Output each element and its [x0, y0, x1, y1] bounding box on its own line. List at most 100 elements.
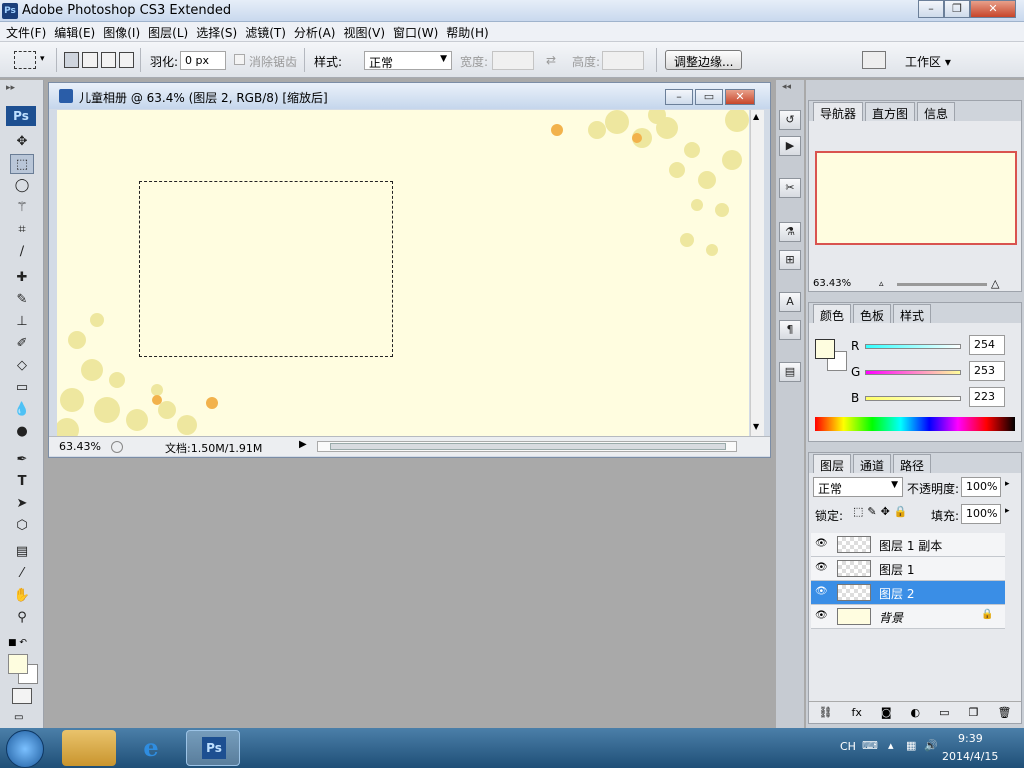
history-panel-icon[interactable]: ↺ — [779, 110, 801, 130]
menu-edit[interactable]: 编辑(E) — [52, 22, 101, 41]
doc-maximize-button[interactable]: ▭ — [695, 89, 723, 105]
menu-select[interactable]: 选择(S) — [194, 22, 243, 41]
keyboard-icon[interactable]: ⌨ — [862, 739, 878, 752]
menu-window[interactable]: 窗口(W) — [391, 22, 444, 41]
height-input[interactable] — [602, 51, 644, 70]
scroll-up-icon[interactable]: ▲ — [753, 112, 759, 121]
default-colors-icon[interactable]: ■ ↶ — [8, 638, 27, 648]
brush-tool-icon[interactable]: ✎ — [10, 290, 34, 310]
tab-styles[interactable]: 样式 — [893, 304, 932, 323]
actions-panel-icon[interactable]: ▶ — [779, 136, 801, 156]
slice-tool-icon[interactable]: ∕ — [10, 242, 34, 262]
horizontal-scrollbar[interactable] — [317, 441, 737, 452]
g-value-input[interactable]: 253 — [969, 361, 1005, 381]
lasso-tool-icon[interactable]: ◯ — [10, 176, 34, 196]
status-options-icon[interactable] — [111, 441, 123, 453]
rect-marquee-preset-icon[interactable] — [14, 51, 36, 69]
tab-navigator[interactable]: 导航器 — [813, 102, 864, 121]
eye-icon[interactable]: 👁 — [815, 586, 828, 598]
dodge-tool-icon[interactable]: ● — [10, 422, 34, 442]
language-indicator[interactable]: CH — [840, 740, 856, 753]
gradient-tool-icon[interactable]: ▭ — [10, 378, 34, 398]
clone-stamp-tool-icon[interactable]: ⊥ — [10, 312, 34, 332]
style-select[interactable]: 正常 ▼ — [364, 51, 452, 70]
g-slider[interactable] — [865, 370, 961, 375]
add-selection-icon[interactable] — [82, 52, 98, 68]
intersect-selection-icon[interactable] — [118, 52, 134, 68]
adjustment-layer-icon[interactable]: ◐ — [911, 706, 921, 719]
menu-file[interactable]: 文件(F) — [4, 22, 52, 41]
clock-date[interactable]: 2014/4/15 — [942, 750, 998, 763]
zoom-tool-icon[interactable]: ⚲ — [10, 608, 34, 628]
bridge-icon[interactable] — [862, 51, 886, 69]
menu-help[interactable]: 帮助(H) — [444, 22, 494, 41]
b-value-input[interactable]: 223 — [969, 387, 1005, 407]
menu-analysis[interactable]: 分析(A) — [292, 22, 342, 41]
tab-histogram[interactable]: 直方图 — [865, 102, 916, 121]
foreground-color-swatch[interactable] — [8, 654, 28, 674]
navigator-zoom[interactable]: 63.43% — [813, 278, 851, 289]
screen-mode-icon[interactable]: ▭ — [14, 712, 23, 723]
color-spectrum-ramp[interactable] — [815, 417, 1015, 431]
menu-layer[interactable]: 图层(L) — [146, 22, 194, 41]
tab-info[interactable]: 信息 — [917, 102, 956, 121]
eraser-tool-icon[interactable]: ◇ — [10, 356, 34, 376]
brushes-panel-icon[interactable]: ⚗ — [779, 222, 801, 242]
eye-icon[interactable]: 👁 — [815, 610, 828, 622]
eyedropper-tool-icon[interactable]: ⁄ — [10, 564, 34, 584]
tab-swatches[interactable]: 色板 — [853, 304, 892, 323]
r-value-input[interactable]: 254 — [969, 335, 1005, 355]
blur-tool-icon[interactable]: 💧 — [10, 400, 34, 420]
layer-comps-panel-icon[interactable]: ▤ — [779, 362, 801, 382]
zoom-in-icon[interactable]: △ — [991, 277, 999, 290]
tab-color[interactable]: 颜色 — [813, 304, 852, 323]
navigator-preview[interactable] — [815, 151, 1017, 245]
layer-row[interactable]: 👁 图层 1 副本 — [811, 533, 1005, 557]
vertical-scrollbar[interactable]: ▲ ▼ — [750, 110, 764, 436]
r-slider[interactable] — [865, 344, 961, 349]
clock-time[interactable]: 9:39 — [958, 732, 983, 745]
workspace-menu[interactable]: 工作区 ▾ — [905, 53, 951, 70]
tray-arrow-icon[interactable]: ▴ — [888, 739, 894, 752]
move-tool-icon[interactable]: ✥ — [10, 132, 34, 152]
zoom-out-icon[interactable]: ▵ — [879, 279, 884, 289]
lock-options-icon[interactable]: ⬚✎✥🔒 — [853, 505, 912, 518]
clone-source-panel-icon[interactable]: ⊞ — [779, 250, 801, 270]
status-menu-arrow-icon[interactable]: ▶ — [299, 439, 307, 450]
status-zoom[interactable]: 63.43% — [59, 440, 101, 453]
layer-row-selected[interactable]: 👁 图层 2 — [811, 581, 1005, 605]
volume-icon[interactable]: 🔊 — [924, 739, 938, 752]
magic-wand-tool-icon[interactable]: ⚚ — [10, 198, 34, 218]
opacity-arrow-icon[interactable]: ▸ — [1005, 479, 1010, 489]
layer-row[interactable]: 👁 图层 1 — [811, 557, 1005, 581]
scroll-down-icon[interactable]: ▼ — [753, 422, 759, 431]
menu-filter[interactable]: 滤镜(T) — [243, 22, 292, 41]
link-layers-icon[interactable]: ⛓ — [819, 706, 833, 719]
tab-channels[interactable]: 通道 — [853, 454, 892, 473]
start-button[interactable] — [6, 730, 44, 768]
marquee-selection[interactable] — [139, 181, 393, 357]
color-foreground-swatch[interactable] — [815, 339, 835, 359]
network-icon[interactable]: ▦ — [906, 739, 916, 752]
document-title-bar[interactable]: 儿童相册 @ 63.4% (图层 2, RGB/8) [缩放后] – ▭ ✕ — [49, 83, 770, 109]
explorer-taskbar-icon[interactable] — [62, 730, 116, 766]
blend-mode-select[interactable]: 正常 ▼ — [813, 477, 903, 497]
tab-layers[interactable]: 图层 — [813, 454, 852, 473]
chevron-down-icon[interactable]: ▾ — [40, 54, 45, 64]
new-selection-icon[interactable] — [64, 52, 80, 68]
ie-taskbar-icon[interactable]: e — [124, 730, 178, 766]
delete-layer-icon[interactable]: 🗑 — [997, 706, 1011, 719]
swap-icon[interactable]: ⇄ — [546, 53, 556, 67]
opacity-input[interactable]: 100% — [961, 477, 1001, 497]
image-canvas[interactable] — [57, 110, 749, 436]
horizontal-scroll-thumb[interactable] — [330, 443, 726, 450]
doc-minimize-button[interactable]: – — [665, 89, 693, 105]
crop-tool-icon[interactable]: ⌗ — [10, 220, 34, 240]
rect-marquee-tool-icon[interactable]: ⬚ — [10, 154, 34, 174]
shape-tool-icon[interactable]: ⬡ — [10, 516, 34, 536]
close-button[interactable]: ✕ — [970, 0, 1016, 18]
feather-input[interactable]: 0 px — [180, 51, 226, 70]
navigator-zoom-slider[interactable] — [897, 283, 987, 286]
history-brush-tool-icon[interactable]: ✐ — [10, 334, 34, 354]
doc-close-button[interactable]: ✕ — [725, 89, 755, 105]
